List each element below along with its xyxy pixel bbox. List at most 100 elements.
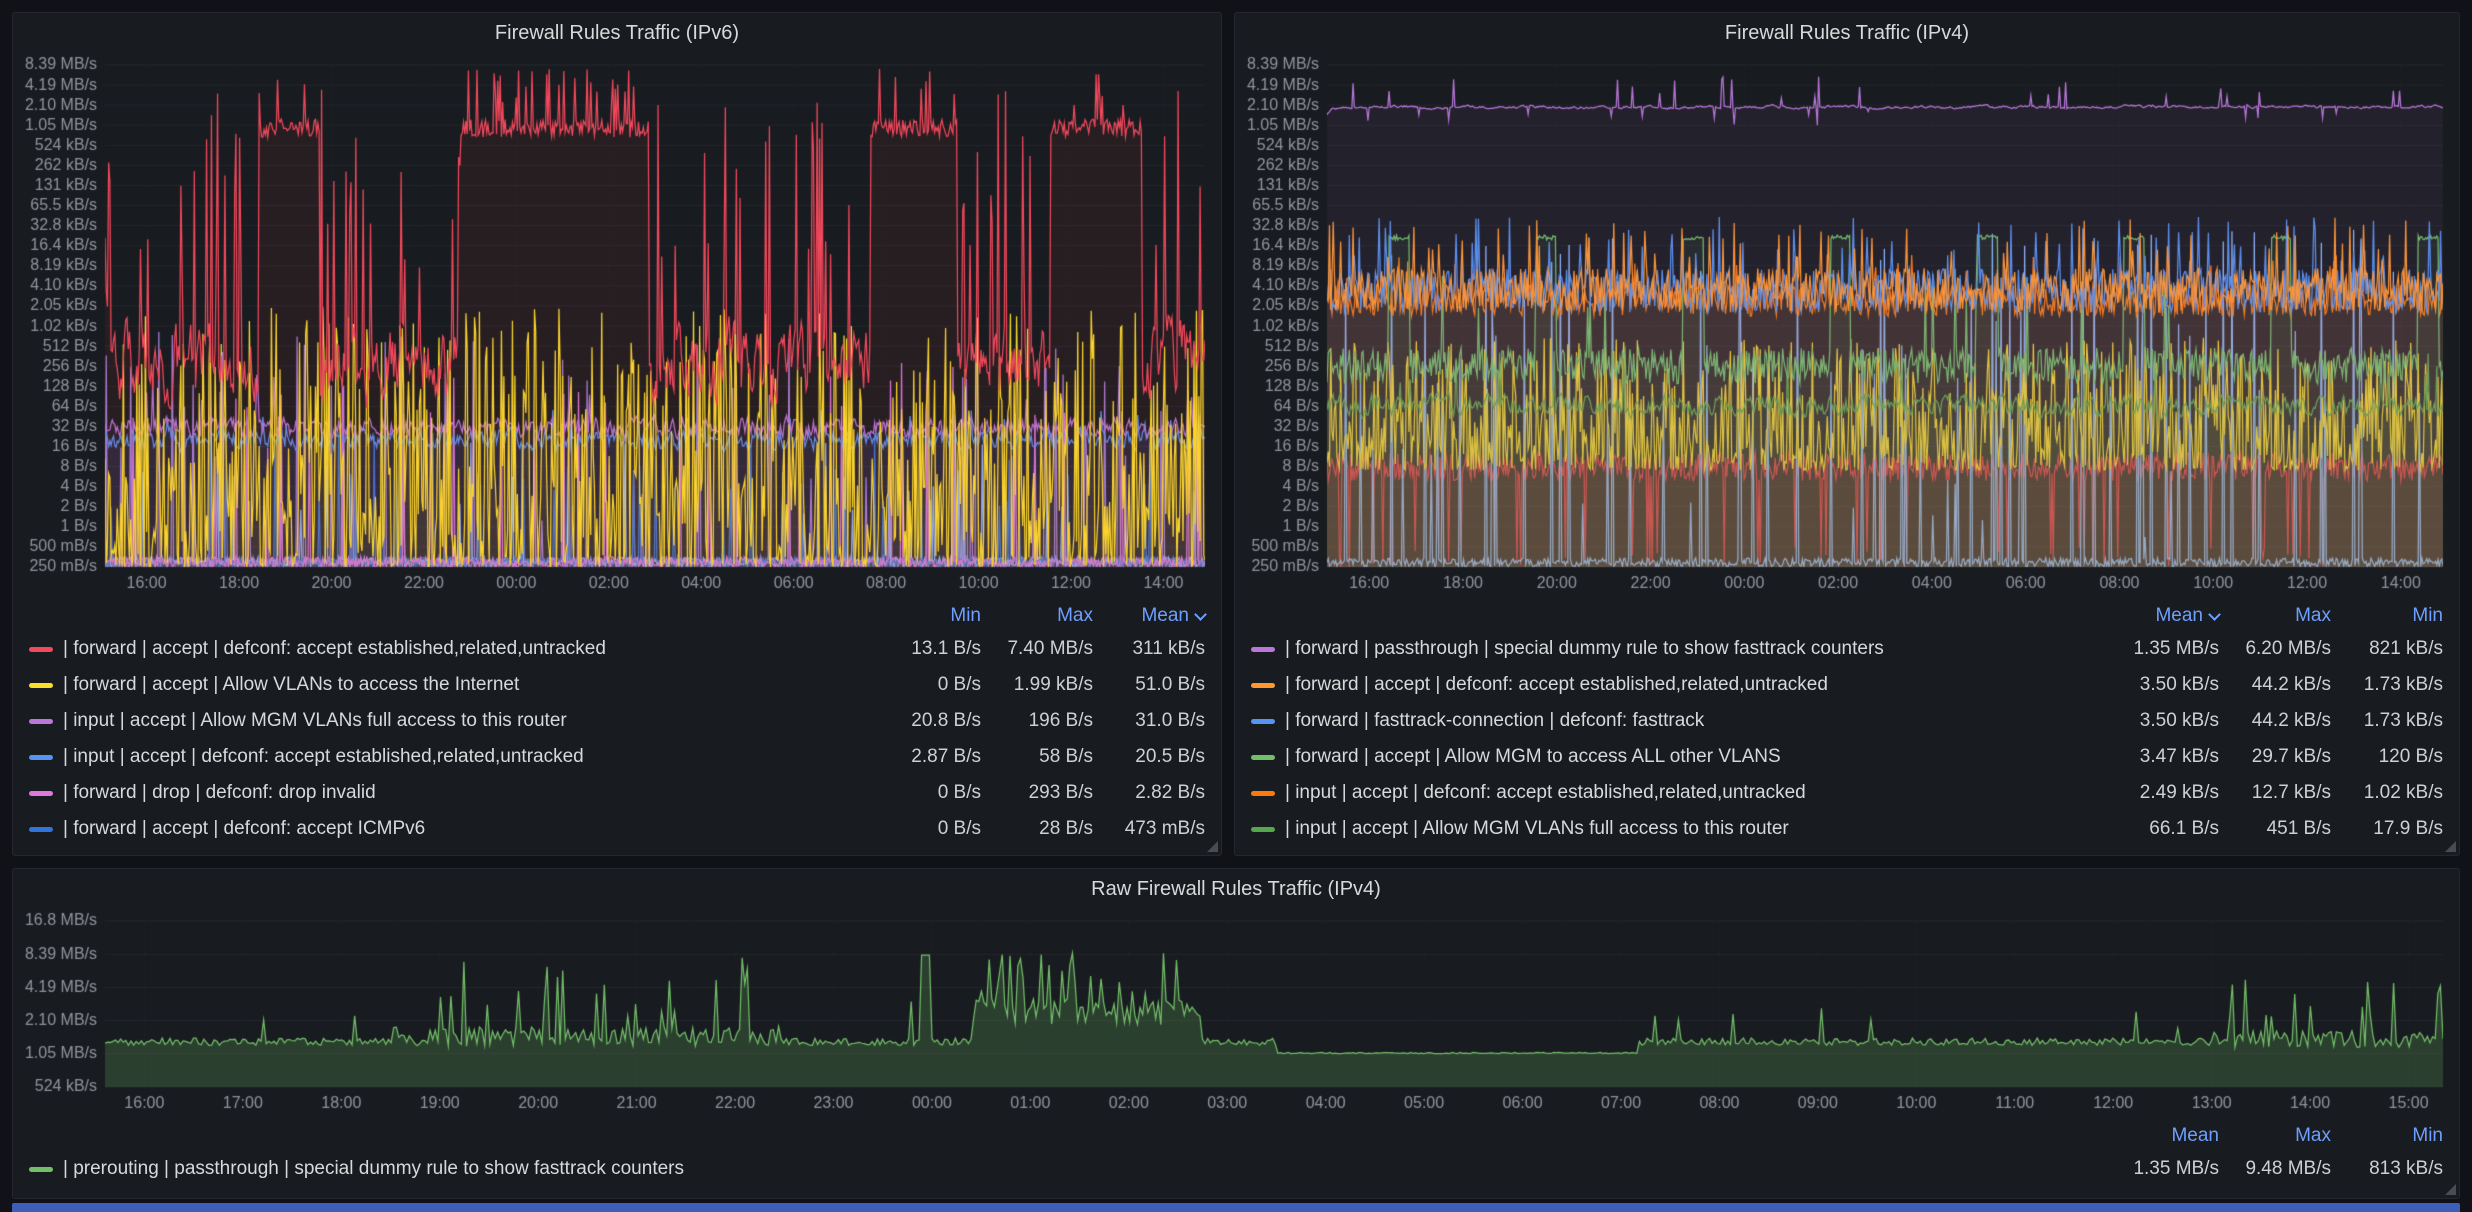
panel-resize-handle-icon[interactable] — [1207, 841, 1218, 852]
series-stat-min: 1.02 kB/s — [2331, 782, 2443, 804]
series-color-swatch — [29, 683, 53, 688]
legend-item[interactable]: | prerouting | passthrough | special dum… — [29, 1151, 2443, 1187]
legend-item[interactable]: | forward | passthrough | special dummy … — [1251, 631, 2443, 667]
panel-resize-handle-icon[interactable] — [2445, 841, 2456, 852]
series-stat-max: 12.7 kB/s — [2219, 782, 2331, 804]
legend-ipv6: MinMaxMean | forward | accept | defconf:… — [13, 601, 1221, 855]
legend-item[interactable]: | input | accept | defconf: accept estab… — [1251, 775, 2443, 811]
panel-resize-handle-icon[interactable] — [2445, 1184, 2456, 1195]
legend-item[interactable]: | forward | fasttrack-connection | defco… — [1251, 703, 2443, 739]
panel-title-raw-ipv4[interactable]: Raw Firewall Rules Traffic (IPv4) — [13, 869, 2459, 909]
legend-column-min[interactable]: Min — [2331, 605, 2443, 627]
legend-item[interactable]: | forward | accept | defconf: accept ICM… — [29, 811, 1205, 847]
series-stat-min: 0 B/s — [869, 782, 981, 804]
series-stat-mean: 3.47 kB/s — [2107, 746, 2219, 768]
series-stat-mean: 2.82 B/s — [1093, 782, 1205, 804]
series-stat-max: 1.99 kB/s — [981, 674, 1093, 696]
timeseries-chart-raw-ipv4[interactable] — [13, 909, 2459, 1121]
legend-header-raw-ipv4: MeanMaxMin — [29, 1121, 2443, 1151]
legend-column-max[interactable]: Max — [981, 605, 1093, 627]
series-label: | forward | accept | defconf: accept est… — [1285, 674, 2107, 696]
sort-caret-icon — [1194, 608, 1207, 621]
series-stat-min: 17.9 B/s — [2331, 818, 2443, 840]
series-stat-mean: 31.0 B/s — [1093, 710, 1205, 732]
legend-column-mean[interactable]: Mean — [1093, 605, 1205, 627]
legend-column-mean[interactable]: Mean — [2107, 605, 2219, 627]
legend-item[interactable]: | forward | accept | defconf: accept est… — [1251, 667, 2443, 703]
series-stat-mean: 3.50 kB/s — [2107, 710, 2219, 732]
legend-item[interactable]: | input | accept | defconf: accept ICMPv… — [29, 847, 1205, 849]
series-color-swatch — [1251, 791, 1275, 796]
legend-column-min[interactable]: Min — [869, 605, 981, 627]
legend-item[interactable]: | input | accept | Allow MGM VLANs full … — [29, 703, 1205, 739]
series-color-swatch — [29, 647, 53, 652]
series-label: | input | accept | Allow MGM VLANs full … — [63, 710, 869, 732]
legend-item[interactable]: | forward | drop | defconf: drop invalid… — [29, 775, 1205, 811]
legend-item[interactable]: | forward | accept | Allow VLANs to acce… — [1251, 847, 2443, 849]
panel-firewall-traffic-ipv4: Firewall Rules Traffic (IPv4) MeanMaxMin… — [1234, 12, 2460, 856]
legend-ipv4: MeanMaxMin | forward | passthrough | spe… — [1235, 601, 2459, 855]
top-panel-row: Firewall Rules Traffic (IPv6) MinMaxMean… — [12, 12, 2460, 856]
series-label: | input | accept | defconf: accept estab… — [63, 746, 869, 768]
series-label: | forward | accept | defconf: accept est… — [63, 638, 869, 660]
series-color-swatch — [29, 719, 53, 724]
timeseries-chart-ipv6[interactable] — [13, 53, 1221, 601]
series-stat-max: 6.20 MB/s — [2219, 638, 2331, 660]
series-stat-mean: 3.50 kB/s — [2107, 674, 2219, 696]
legend-item[interactable]: | input | accept | defconf: accept estab… — [29, 739, 1205, 775]
panel-title-ipv6[interactable]: Firewall Rules Traffic (IPv6) — [13, 13, 1221, 53]
series-label: | forward | fasttrack-connection | defco… — [1285, 710, 2107, 732]
legend-rows-ipv4: | forward | passthrough | special dummy … — [1251, 631, 2443, 849]
series-stat-min: 20.8 B/s — [869, 710, 981, 732]
legend-column-mean[interactable]: Mean — [2107, 1125, 2219, 1147]
series-stat-min: 2.87 B/s — [869, 746, 981, 768]
series-color-swatch — [1251, 827, 1275, 832]
legend-column-min[interactable]: Min — [2331, 1125, 2443, 1147]
series-label: | forward | drop | defconf: drop invalid — [63, 782, 869, 804]
legend-item[interactable]: | input | accept | Allow MGM VLANs full … — [1251, 811, 2443, 847]
timeseries-chart-ipv4[interactable] — [1235, 53, 2459, 601]
series-label: | input | accept | Allow MGM VLANs full … — [1285, 818, 2107, 840]
series-stat-max: 196 B/s — [981, 710, 1093, 732]
legend-item[interactable]: | forward | accept | Allow VLANs to acce… — [29, 667, 1205, 703]
legend-item[interactable]: | forward | accept | defconf: accept est… — [29, 631, 1205, 667]
series-color-swatch — [1251, 719, 1275, 724]
legend-column-max[interactable]: Max — [2219, 605, 2331, 627]
legend-raw-ipv4: MeanMaxMin | prerouting | passthrough | … — [13, 1121, 2459, 1198]
series-stat-max: 28 B/s — [981, 818, 1093, 840]
series-stat-max: 44.2 kB/s — [2219, 674, 2331, 696]
panel-title-ipv4[interactable]: Firewall Rules Traffic (IPv4) — [1235, 13, 2459, 53]
series-stat-mean: 20.5 B/s — [1093, 746, 1205, 768]
series-stat-min: 821 kB/s — [2331, 638, 2443, 660]
series-stat-max: 29.7 kB/s — [2219, 746, 2331, 768]
series-label: | forward | accept | Allow VLANs to acce… — [63, 674, 869, 696]
series-stat-min: 1.73 kB/s — [2331, 674, 2443, 696]
series-label: | forward | accept | defconf: accept ICM… — [63, 818, 869, 840]
clipped-panel-below — [12, 1203, 2460, 1212]
series-stat-mean: 51.0 B/s — [1093, 674, 1205, 696]
series-color-swatch — [29, 827, 53, 832]
legend-item[interactable]: | forward | accept | Allow MGM to access… — [1251, 739, 2443, 775]
series-label: | input | accept | defconf: accept estab… — [1285, 782, 2107, 804]
legend-rows-raw-ipv4: | prerouting | passthrough | special dum… — [29, 1151, 2443, 1192]
series-color-swatch — [29, 755, 53, 760]
series-color-swatch — [29, 791, 53, 796]
series-stat-min: 1.73 kB/s — [2331, 710, 2443, 732]
series-stat-max: 44.2 kB/s — [2219, 710, 2331, 732]
series-color-swatch — [29, 1167, 53, 1172]
panel-firewall-traffic-ipv6: Firewall Rules Traffic (IPv6) MinMaxMean… — [12, 12, 1222, 856]
series-stat-mean: 1.35 MB/s — [2107, 638, 2219, 660]
legend-header-ipv6: MinMaxMean — [29, 601, 1205, 631]
series-stat-max: 9.48 MB/s — [2219, 1158, 2331, 1180]
legend-column-max[interactable]: Max — [2219, 1125, 2331, 1147]
series-label: | forward | accept | Allow MGM to access… — [1285, 746, 2107, 768]
series-stat-min: 0 B/s — [869, 818, 981, 840]
series-stat-min: 13.1 B/s — [869, 638, 981, 660]
series-stat-mean: 473 mB/s — [1093, 818, 1205, 840]
series-stat-min: 0 B/s — [869, 674, 981, 696]
series-color-swatch — [1251, 755, 1275, 760]
series-stat-min: 813 kB/s — [2331, 1158, 2443, 1180]
series-stat-max: 7.40 MB/s — [981, 638, 1093, 660]
series-color-swatch — [1251, 647, 1275, 652]
series-color-swatch — [1251, 683, 1275, 688]
